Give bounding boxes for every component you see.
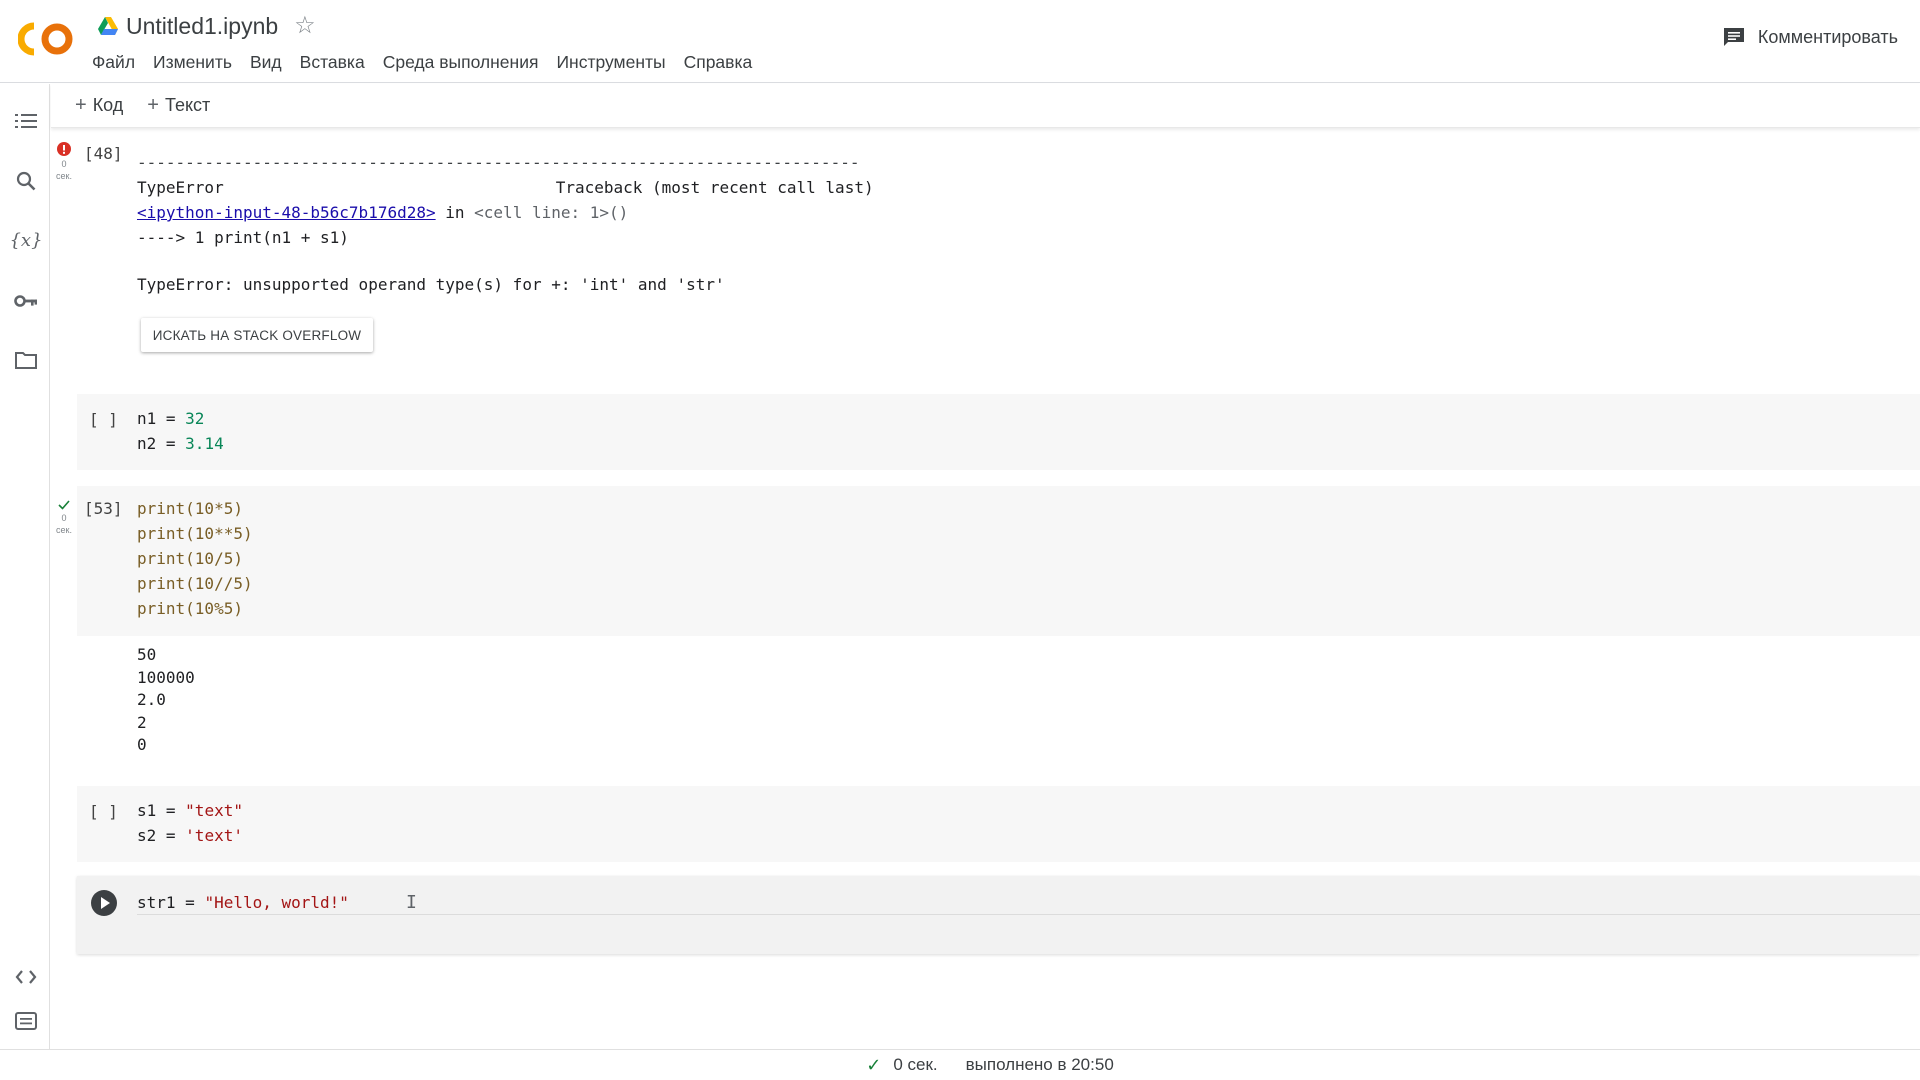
exec-count[interactable]: [ ] <box>89 410 118 429</box>
error-output: ----------------------------------------… <box>137 150 874 297</box>
exec-duration: 0 сек. <box>56 513 72 535</box>
add-text-label: Текст <box>164 95 211 115</box>
play-icon <box>101 897 110 909</box>
error-message: TypeError: unsupported operand type(s) f… <box>137 275 725 294</box>
menu-tools[interactable]: Инструменты <box>556 50 674 75</box>
code-line: print(10**5) <box>137 524 253 543</box>
code-line: print(10//5) <box>137 574 253 593</box>
output-line: 2.0 <box>137 690 166 709</box>
traceback-header: TypeError Traceback (most recent call las… <box>137 178 874 197</box>
code-line: print(10*5) <box>137 499 243 518</box>
toc-icon[interactable] <box>13 108 39 134</box>
comment-button[interactable]: Комментировать <box>1722 26 1898 48</box>
traceback-location: <ipython-input-48-b56c7b176d28> in <cell… <box>137 203 629 222</box>
menu-file[interactable]: Файл <box>92 50 144 75</box>
colab-logo[interactable] <box>18 22 74 56</box>
exec-time: 0 сек. <box>893 1055 938 1074</box>
search-stack-overflow-button[interactable]: ИСКАТЬ НА STACK OVERFLOW <box>141 318 373 352</box>
run-cell-button[interactable] <box>91 890 117 916</box>
execution-status[interactable]: ✓ 0 сек. выполнено в 20:50 <box>866 1055 1114 1076</box>
menu-bar: Файл Изменить Вид Вставка Среда выполнен… <box>92 50 770 75</box>
cell-source[interactable]: print(10*5) print(10**5) print(10/5) pri… <box>137 496 253 621</box>
folder-icon[interactable] <box>13 347 39 373</box>
error-icon <box>57 142 71 156</box>
exec-completed: выполнено в 20:50 <box>965 1055 1114 1074</box>
google-drive-icon <box>98 17 118 35</box>
notebook-toolbar: + Код + Текст <box>51 84 1920 128</box>
cell-source[interactable]: n1 = 32 n2 = 3.14 <box>137 406 224 456</box>
variables-icon[interactable]: {x} <box>9 227 42 253</box>
add-code-button[interactable]: + Код <box>75 94 123 117</box>
code-cell[interactable] <box>77 394 1920 470</box>
menu-help[interactable]: Справка <box>684 50 762 75</box>
exec-duration: 0 сек. <box>56 159 72 181</box>
key-icon[interactable] <box>13 288 39 314</box>
search-icon[interactable] <box>13 168 39 194</box>
left-sidebar: {x} <box>0 84 50 1049</box>
cell-output: 50 100000 2.0 2 0 <box>137 644 195 757</box>
code-line: print(10/5) <box>137 549 243 568</box>
traceback-arrow: ----> 1 print(n1 + s1) <box>137 228 349 247</box>
menu-edit[interactable]: Изменить <box>153 50 241 75</box>
menu-insert[interactable]: Вставка <box>300 50 374 75</box>
success-check-icon <box>58 500 70 510</box>
add-code-label: Код <box>92 95 124 115</box>
output-line: 2 <box>137 712 147 732</box>
editor-divider <box>137 914 1920 915</box>
menu-runtime[interactable]: Среда выполнения <box>383 50 548 75</box>
exec-count[interactable]: [ ] <box>89 802 118 821</box>
plus-icon: + <box>147 94 159 116</box>
active-code-cell[interactable] <box>77 876 1920 954</box>
check-icon: ✓ <box>866 1054 882 1075</box>
comment-label: Комментировать <box>1757 26 1898 47</box>
exec-count[interactable]: [53] <box>84 499 123 518</box>
menu-view[interactable]: Вид <box>250 50 291 75</box>
code-cell[interactable] <box>77 786 1920 862</box>
output-line: 0 <box>137 735 147 754</box>
traceback-link[interactable]: <ipython-input-48-b56c7b176d28> <box>137 203 436 222</box>
code-cell[interactable] <box>77 486 1920 636</box>
cell-editor[interactable]: str1 = "Hello, world!" <box>137 890 349 915</box>
app-header: Untitled1.ipynb ☆ Файл Изменить Вид Вста… <box>0 0 1920 83</box>
output-line: 50 <box>137 645 157 664</box>
add-text-button[interactable]: + Текст <box>147 94 210 117</box>
plus-icon: + <box>75 94 87 116</box>
text-cursor-icon: I <box>406 892 417 913</box>
star-icon[interactable]: ☆ <box>294 14 316 38</box>
notebook-title[interactable]: Untitled1.ipynb <box>126 13 278 40</box>
cell-source[interactable]: s1 = "text" s2 = 'text' <box>137 798 243 848</box>
title-row: Untitled1.ipynb ☆ <box>98 10 316 42</box>
comment-icon <box>1723 28 1744 46</box>
output-line: 100000 <box>137 667 195 687</box>
code-snippets-icon[interactable] <box>13 964 39 990</box>
terminal-icon[interactable] <box>13 1008 39 1034</box>
code-line: print(10%5) <box>137 599 243 618</box>
status-bar: ✓ 0 сек. выполнено в 20:50 <box>0 1049 1920 1080</box>
exec-count[interactable]: [48] <box>84 144 123 163</box>
traceback-dashes: ----------------------------------------… <box>137 153 860 172</box>
